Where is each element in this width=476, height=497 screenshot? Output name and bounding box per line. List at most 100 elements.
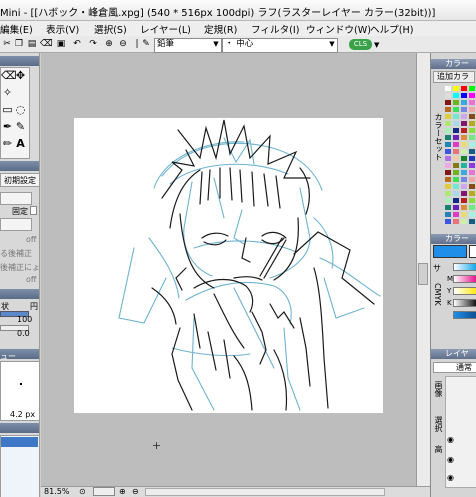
visibility-eye-icon[interactable]: ◉ — [447, 455, 454, 464]
color-swatch[interactable] — [461, 149, 467, 154]
color-swatch[interactable] — [469, 86, 475, 91]
zoom-out-status-icon[interactable]: ⊖ — [132, 487, 139, 496]
color-swatch[interactable] — [469, 156, 475, 161]
zoom-reset-icon[interactable]: ⊙ — [79, 487, 86, 496]
color-swatch[interactable] — [469, 107, 475, 112]
color-swatch[interactable] — [445, 128, 451, 133]
menu-edit[interactable]: 編集(E) — [0, 22, 33, 36]
color-swatch[interactable] — [445, 219, 451, 224]
color-swatch[interactable] — [469, 149, 475, 154]
color-swatch[interactable] — [453, 191, 459, 196]
menu-layer[interactable]: レイヤー(L) — [140, 22, 191, 36]
marquee-tool-icon[interactable]: ▭ — [1, 103, 14, 116]
color-swatch[interactable] — [461, 93, 467, 98]
color-swatch[interactable] — [461, 163, 467, 168]
paste-icon[interactable]: ▤ — [27, 39, 37, 49]
color-swatch[interactable] — [453, 156, 459, 161]
color-swatch[interactable] — [445, 107, 451, 112]
zoom-out-icon[interactable]: ⊖ — [118, 39, 128, 49]
color-swatch[interactable] — [469, 191, 475, 196]
color-swatch[interactable] — [445, 142, 451, 147]
color-swatch[interactable] — [445, 177, 451, 182]
color-swatch[interactable] — [469, 163, 475, 168]
color-swatch[interactable] — [469, 205, 475, 210]
sub-color-swatch[interactable] — [469, 245, 476, 258]
color-swatch[interactable] — [461, 128, 467, 133]
color-swatch[interactable] — [453, 212, 459, 217]
color-swatch[interactable] — [461, 184, 467, 189]
brush-tool-icon[interactable]: ✎ — [14, 120, 27, 133]
color-swatch[interactable] — [445, 100, 451, 105]
color-swatch[interactable] — [445, 149, 451, 154]
color-swatch[interactable] — [469, 128, 475, 133]
color-swatch[interactable] — [445, 191, 451, 196]
text-tool-icon[interactable]: A — [14, 137, 27, 150]
color-swatch[interactable] — [469, 219, 475, 224]
color-swatch[interactable] — [469, 114, 475, 119]
color-swatch[interactable] — [469, 135, 475, 140]
color-swatch[interactable] — [469, 177, 475, 182]
brush-combo[interactable]: 鉛筆 ▼ — [154, 38, 222, 53]
color-swatch[interactable] — [453, 121, 459, 126]
color-swatch[interactable] — [469, 198, 475, 203]
menu-select[interactable]: 選択(S) — [94, 22, 127, 36]
color-swatch[interactable] — [469, 121, 475, 126]
color-swatch[interactable] — [461, 114, 467, 119]
color-swatch[interactable] — [461, 121, 467, 126]
color-swatch[interactable] — [445, 93, 451, 98]
visibility-eye-icon[interactable]: ◉ — [447, 435, 454, 444]
eraser-tool-icon[interactable]: ⌫ — [1, 69, 17, 82]
add-color-button[interactable]: 追加カラ — [433, 71, 475, 83]
color-swatch[interactable] — [453, 142, 459, 147]
scrollbar-thumb[interactable] — [418, 263, 428, 285]
color-swatch[interactable] — [445, 163, 451, 168]
color-swatch[interactable] — [453, 107, 459, 112]
color-swatch[interactable] — [445, 121, 451, 126]
color-swatch[interactable] — [453, 177, 459, 182]
color-swatch[interactable] — [453, 184, 459, 189]
color-swatch[interactable] — [453, 100, 459, 105]
move-tool-icon[interactable]: ✥ — [14, 69, 27, 82]
pencil-tool-icon[interactable]: ✏ — [1, 137, 14, 150]
color-swatch[interactable] — [461, 177, 467, 182]
color-swatch[interactable] — [461, 170, 467, 175]
color-swatch[interactable] — [453, 86, 459, 91]
copy-icon[interactable]: ❐ — [14, 39, 24, 49]
color-swatch[interactable] — [445, 135, 451, 140]
color-swatch[interactable] — [469, 184, 475, 189]
color-swatch[interactable] — [453, 170, 459, 175]
color-swatch[interactable] — [461, 191, 467, 196]
pen-tool-icon[interactable]: ✒ — [1, 120, 14, 133]
color-swatch[interactable] — [445, 114, 451, 119]
blend-mode-combo[interactable]: 通常 — [433, 362, 476, 373]
color-swatch[interactable] — [469, 100, 475, 105]
wand-tool-icon[interactable]: ✧ — [1, 86, 14, 99]
reset-button[interactable]: 初期設定 — [0, 173, 39, 187]
color-swatch[interactable] — [445, 170, 451, 175]
material-selected[interactable] — [1, 437, 38, 447]
color-swatch[interactable] — [453, 205, 459, 210]
zoom-in-status-icon[interactable]: ⊕ — [119, 487, 126, 496]
color-swatch[interactable] — [461, 107, 467, 112]
color-swatch[interactable] — [453, 219, 459, 224]
zoom-level[interactable]: 81.5% — [44, 487, 69, 496]
black-slider[interactable] — [453, 299, 476, 307]
magenta-slider[interactable] — [453, 275, 476, 283]
visibility-eye-icon[interactable]: ◉ — [447, 473, 454, 482]
fixed-checkbox[interactable] — [30, 206, 37, 215]
color-swatch[interactable] — [469, 93, 475, 98]
color-swatch[interactable] — [453, 198, 459, 203]
color-swatch[interactable] — [445, 184, 451, 189]
menu-view[interactable]: 表示(V) — [46, 22, 79, 36]
color-swatch[interactable] — [453, 149, 459, 154]
color-swatch[interactable] — [453, 135, 459, 140]
color-swatch[interactable] — [469, 142, 475, 147]
chevron-down-icon[interactable]: ▼ — [374, 41, 379, 49]
redo-icon[interactable]: ↷ — [88, 39, 98, 49]
cyan-slider[interactable] — [453, 263, 476, 271]
zoom-in-icon[interactable]: ⊕ — [104, 39, 114, 49]
color-set-grid[interactable] — [445, 86, 476, 234]
color-swatch[interactable] — [461, 156, 467, 161]
menu-ruler[interactable]: 定規(R) — [204, 22, 237, 36]
menu-window[interactable]: ウィンドウ(W) — [306, 22, 371, 36]
